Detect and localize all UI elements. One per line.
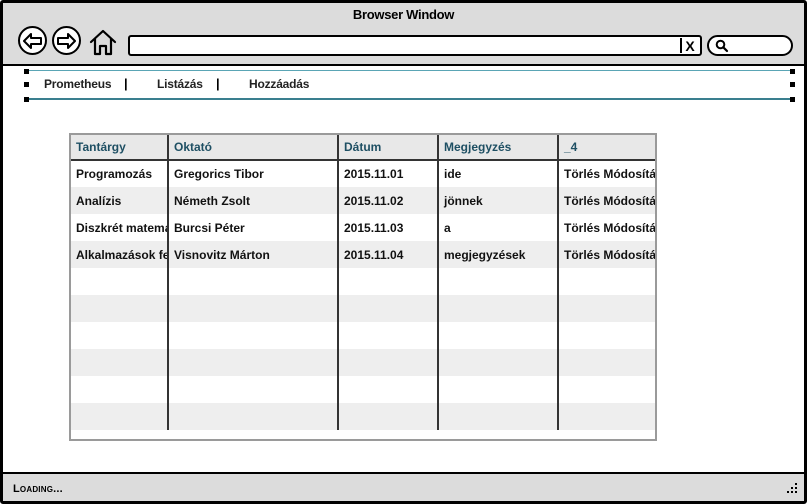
column-header-megjegyzes[interactable]: Megjegyzés: [438, 135, 559, 161]
cell-note: jönnek: [438, 187, 559, 214]
data-table: Tantárgy Oktató Dátum Megjegyzés _4 Prog…: [69, 133, 657, 441]
top-navigation: Prometheus | Listázás | Hozzáadás: [24, 69, 795, 102]
cell-subject: Programozás: [71, 160, 169, 187]
selection-handle: [790, 97, 795, 102]
table-row[interactable]: [71, 403, 655, 430]
selection-handle: [24, 82, 29, 87]
cell-note: [438, 268, 559, 295]
cell-teacher: Németh Zsolt: [168, 187, 339, 214]
column-header-oktato[interactable]: Oktató: [168, 135, 339, 161]
cell-note: a: [438, 214, 559, 241]
cell-date: 2015.11.04: [338, 241, 439, 268]
column-header-actions[interactable]: _4: [558, 135, 655, 161]
browser-toolbar: Browser Window X: [3, 3, 804, 66]
table-row[interactable]: Alkalmazások fejlesztése Visnovitz Márto…: [71, 241, 655, 268]
cell-date: [338, 295, 439, 322]
cell-teacher: [168, 376, 339, 403]
cell-date: 2015.11.02: [338, 187, 439, 214]
cell-actions[interactable]: Törlés Módosítás: [558, 241, 655, 268]
nav-item-prometheus[interactable]: Prometheus: [44, 77, 112, 91]
cell-subject: Alkalmazások fejlesztése: [71, 241, 169, 268]
cell-subject: [71, 376, 169, 403]
table-row[interactable]: [71, 376, 655, 403]
home-button[interactable]: [89, 28, 117, 56]
address-bar[interactable]: X: [128, 35, 702, 56]
cell-note: [438, 403, 559, 430]
cell-actions[interactable]: Törlés Módosítás: [558, 187, 655, 214]
selection-handle: [24, 97, 29, 102]
cell-note: megjegyzések: [438, 241, 559, 268]
cell-subject: Analízis: [71, 187, 169, 214]
table-row[interactable]: [71, 322, 655, 349]
nav-item-hozzaadas[interactable]: Hozzáadás: [249, 77, 309, 91]
cell-date: [338, 376, 439, 403]
resize-grip-icon[interactable]: [786, 482, 798, 494]
forward-button[interactable]: [52, 26, 81, 55]
cell-actions: [558, 295, 655, 322]
cell-actions: [558, 268, 655, 295]
cell-teacher: [168, 295, 339, 322]
cell-teacher: Gregorics Tibor: [168, 160, 339, 187]
cell-teacher: [168, 322, 339, 349]
window-title: Browser Window: [352, 7, 455, 22]
table-row[interactable]: Programozás Gregorics Tibor 2015.11.01 i…: [71, 160, 655, 187]
table-row[interactable]: [71, 295, 655, 322]
cell-subject: [71, 322, 169, 349]
cell-date: [338, 322, 439, 349]
home-icon: [89, 29, 117, 56]
cell-teacher: Visnovitz Márton: [168, 241, 339, 268]
cell-note: [438, 322, 559, 349]
selection-handle: [790, 69, 795, 74]
arrow-right-icon: [57, 32, 76, 49]
cell-actions: [558, 322, 655, 349]
cell-actions: [558, 403, 655, 430]
cell-subject: [71, 295, 169, 322]
back-button[interactable]: [18, 26, 47, 55]
search-input[interactable]: [707, 35, 793, 56]
cell-date: [338, 268, 439, 295]
nav-item-listazas[interactable]: Listázás: [157, 77, 203, 91]
table-row[interactable]: [71, 268, 655, 295]
browser-window: Browser Window X Prometheus | Listázás |…: [0, 0, 807, 504]
cell-actions[interactable]: Törlés Módosítás: [558, 160, 655, 187]
column-header-datum[interactable]: Dátum: [338, 135, 439, 161]
cell-teacher: [168, 403, 339, 430]
cell-date: 2015.11.01: [338, 160, 439, 187]
cell-note: [438, 349, 559, 376]
cell-note: ide: [438, 160, 559, 187]
cell-actions[interactable]: Törlés Módosítás: [558, 214, 655, 241]
selection-handle: [790, 82, 795, 87]
cell-actions: [558, 376, 655, 403]
cell-teacher: Burcsi Péter: [168, 214, 339, 241]
cell-note: [438, 295, 559, 322]
column-header-tantargy[interactable]: Tantárgy: [71, 135, 169, 161]
close-icon: X: [685, 37, 695, 54]
cell-teacher: [168, 349, 339, 376]
status-text: Loading...: [13, 483, 63, 495]
cell-teacher: [168, 268, 339, 295]
nav-separator: |: [124, 76, 128, 91]
cell-subject: [71, 268, 169, 295]
selection-handle: [24, 69, 29, 74]
cell-date: [338, 349, 439, 376]
cell-actions: [558, 349, 655, 376]
table-header-row: Tantárgy Oktató Dátum Megjegyzés _4: [71, 135, 655, 161]
cell-note: [438, 376, 559, 403]
cell-date: [338, 403, 439, 430]
clear-address-button[interactable]: X: [680, 38, 698, 53]
cell-subject: [71, 349, 169, 376]
cell-subject: [71, 403, 169, 430]
arrow-left-icon: [23, 32, 42, 49]
table-row[interactable]: [71, 349, 655, 376]
table-row[interactable]: Analízis Németh Zsolt 2015.11.02 jönnek …: [71, 187, 655, 214]
status-bar: Loading...: [3, 472, 804, 501]
table-row[interactable]: Diszkrét matematika Burcsi Péter 2015.11…: [71, 214, 655, 241]
cell-date: 2015.11.03: [338, 214, 439, 241]
nav-separator: |: [216, 76, 220, 91]
search-icon: [715, 39, 729, 53]
cell-subject: Diszkrét matematika: [71, 214, 169, 241]
